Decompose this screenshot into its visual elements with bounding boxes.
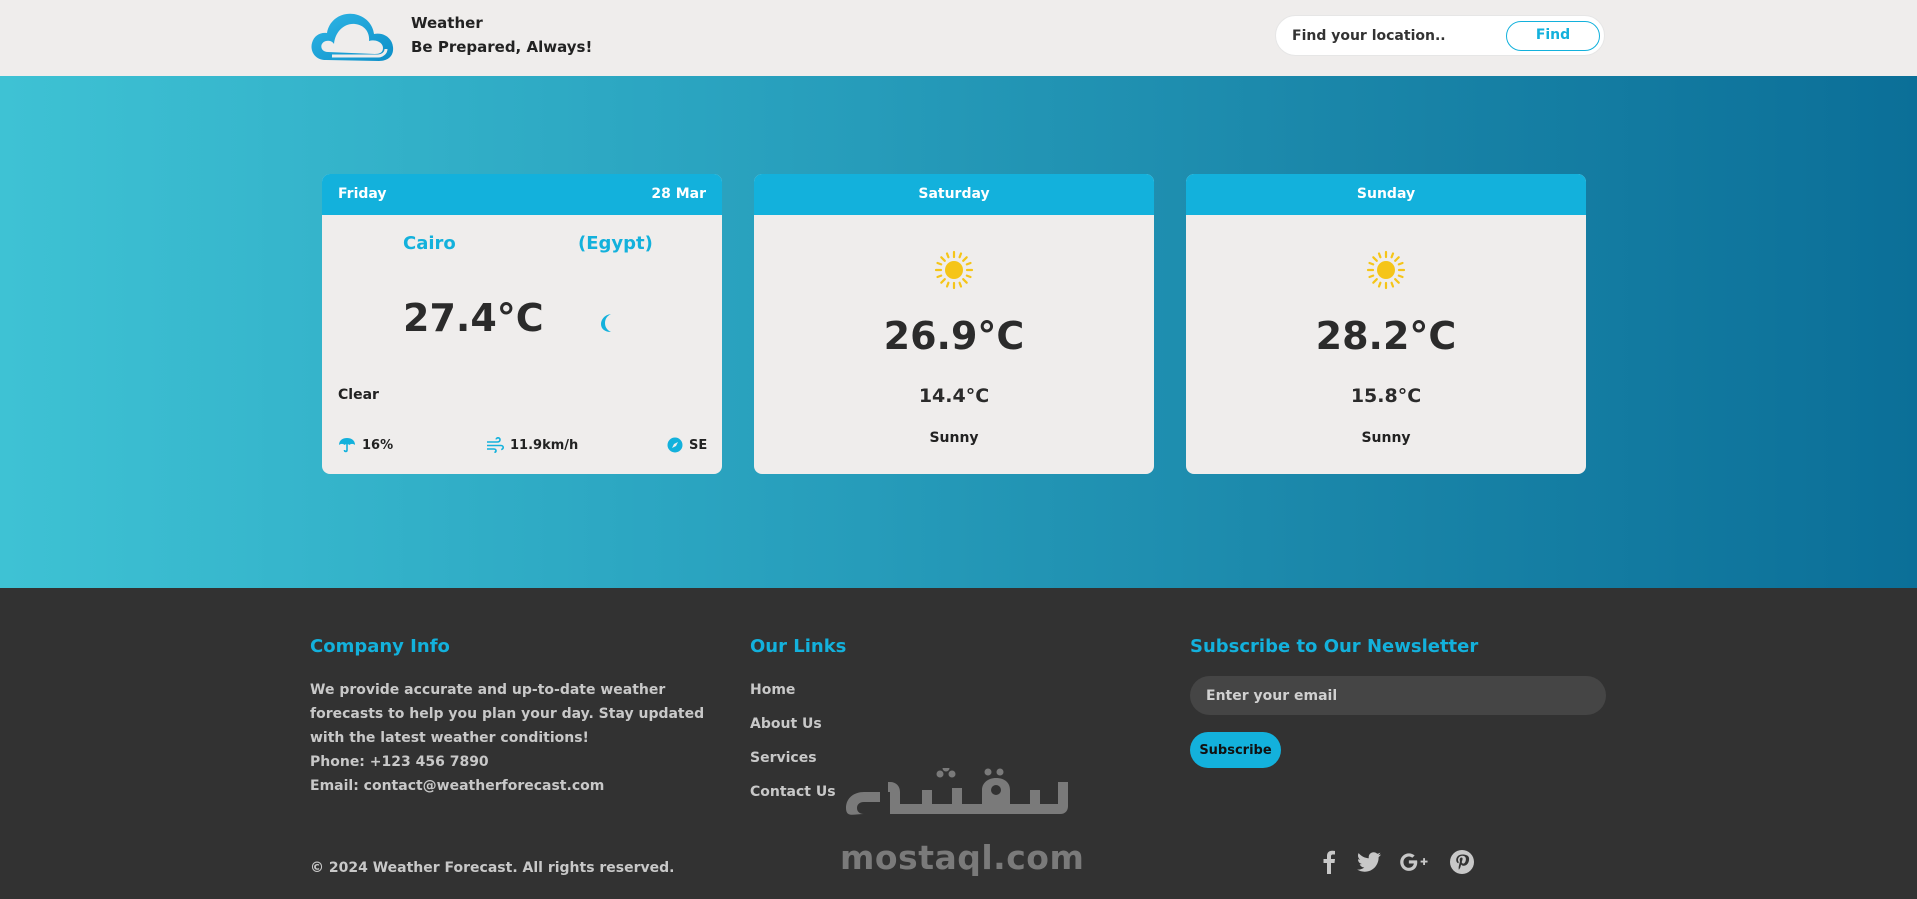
forecast-card-header: Sunday xyxy=(1186,174,1586,215)
forecast-max-temp: 26.9°C xyxy=(883,314,1025,358)
wind-icon xyxy=(487,437,504,453)
company-info-heading: Company Info xyxy=(310,636,450,657)
forecast-day: Saturday xyxy=(918,186,990,202)
forecast-card-saturday: Saturday 26.9°C 14.4°C Sunny xyxy=(754,174,1154,474)
humidity-value: 16% xyxy=(362,437,394,453)
find-button[interactable]: Find xyxy=(1506,21,1600,51)
site-footer: Company Info We provide accurate and up-… xyxy=(0,588,1917,899)
location-search-input[interactable] xyxy=(1292,25,1492,47)
google-plus-icon[interactable] xyxy=(1400,848,1428,876)
copyright: © 2024 Weather Forecast. All rights rese… xyxy=(310,860,675,876)
forecast-min-temp: 14.4°C xyxy=(918,385,990,407)
city-name: Cairo xyxy=(403,233,456,254)
newsletter-heading: Subscribe to Our Newsletter xyxy=(1190,636,1479,657)
facebook-icon[interactable] xyxy=(1315,848,1343,876)
today-date: 28 Mar xyxy=(651,186,706,202)
sun-icon xyxy=(934,250,974,290)
wind-speed-value: 11.9km/h xyxy=(510,437,579,453)
today-card: Friday 28 Mar Cairo (Egypt) 27.4°C Clear… xyxy=(322,174,722,474)
today-card-header: Friday 28 Mar xyxy=(322,174,722,215)
wind-direction-stat: SE xyxy=(667,437,707,453)
pinterest-icon[interactable] xyxy=(1448,848,1476,876)
current-temperature: 27.4°C xyxy=(403,296,544,340)
company-info: We provide accurate and up-to-date weath… xyxy=(310,678,725,798)
humidity-stat: 16% xyxy=(338,437,393,453)
company-phone: Phone: +123 456 7890 xyxy=(310,754,489,770)
footer-link-services[interactable]: Services xyxy=(750,746,836,780)
footer-link-home[interactable]: Home xyxy=(750,678,836,712)
forecast-max-temp: 28.2°C xyxy=(1315,314,1457,358)
site-header: Weather Be Prepared, Always! Find xyxy=(0,0,1917,76)
company-description: We provide accurate and up-to-date weath… xyxy=(310,682,705,746)
cloud-logo-icon[interactable] xyxy=(308,10,396,64)
umbrella-icon xyxy=(339,438,355,453)
moon-icon xyxy=(601,314,611,332)
forecast-section: Friday 28 Mar Cairo (Egypt) 27.4°C Clear… xyxy=(0,76,1917,588)
wind-speed-stat: 11.9km/h xyxy=(486,437,578,453)
compass-icon xyxy=(667,437,683,453)
newsletter-email-input[interactable] xyxy=(1190,676,1606,715)
footer-links: Home About Us Services Contact Us xyxy=(750,678,836,814)
subscribe-button[interactable]: Subscribe xyxy=(1190,732,1281,768)
footer-link-about[interactable]: About Us xyxy=(750,712,836,746)
forecast-card-sunday: Sunday 28.2°C 15.8°C Sunny xyxy=(1186,174,1586,474)
location-search: Find xyxy=(1275,15,1605,56)
links-heading: Our Links xyxy=(750,636,847,657)
forecast-card-header: Saturday xyxy=(754,174,1154,215)
brand-name: Weather xyxy=(411,14,483,32)
company-email: Email: contact@weatherforecast.com xyxy=(310,778,605,794)
wind-direction-value: SE xyxy=(689,437,708,453)
forecast-day: Sunday xyxy=(1356,186,1416,202)
twitter-icon[interactable] xyxy=(1355,848,1383,876)
today-day: Friday xyxy=(338,186,387,202)
forecast-condition: Sunny xyxy=(1361,430,1411,446)
current-condition: Clear xyxy=(338,387,379,403)
sun-icon xyxy=(1366,250,1406,290)
brand-tagline: Be Prepared, Always! xyxy=(411,38,593,56)
forecast-min-temp: 15.8°C xyxy=(1350,385,1422,407)
forecast-condition: Sunny xyxy=(929,430,979,446)
country-name: (Egypt) xyxy=(578,233,653,254)
footer-link-contact[interactable]: Contact Us xyxy=(750,780,836,814)
